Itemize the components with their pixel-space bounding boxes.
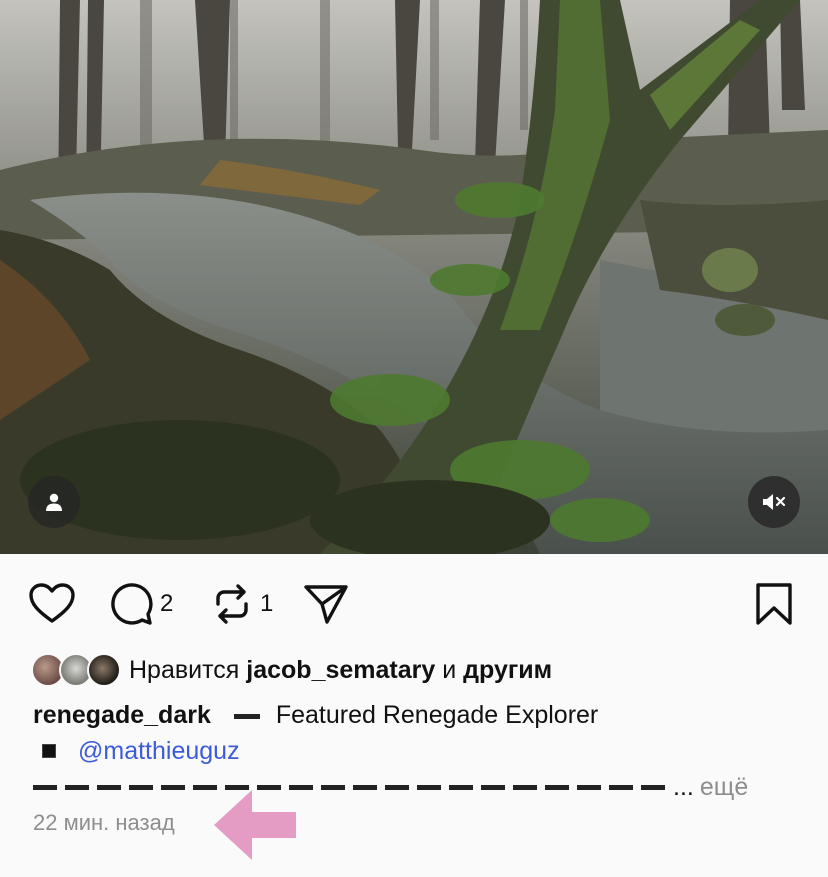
repost-icon	[216, 584, 248, 624]
heart-icon	[29, 583, 75, 623]
comment-count: 2	[160, 590, 174, 617]
caption-line: renegade_dark Featured Renegade Explorer	[33, 697, 813, 733]
speaker-muted-icon	[763, 494, 786, 510]
mute-button[interactable]	[748, 476, 800, 528]
like-button[interactable]	[28, 582, 76, 624]
dash-separator	[233, 713, 260, 719]
likes-prefix: Нравится	[129, 655, 240, 684]
person-icon	[46, 493, 62, 511]
comment-bubble-icon	[111, 583, 153, 625]
user-tag-button[interactable]	[28, 476, 80, 528]
save-button[interactable]	[754, 582, 794, 626]
post-timestamp: 22 мин. назад	[33, 810, 175, 835]
liker-username[interactable]: jacob_sematary	[246, 656, 435, 685]
mention-link[interactable]: @matthieuguz	[78, 733, 240, 769]
likes-summary[interactable]: Нравится jacob_sematary и другим	[31, 653, 552, 687]
comment-button[interactable]: 2	[108, 582, 173, 626]
forest-stream-photo	[0, 0, 828, 554]
repost-count: 1	[260, 590, 274, 617]
liker-avatars	[31, 653, 123, 687]
annotation-arrow-icon	[214, 790, 296, 860]
caption-username[interactable]: renegade_dark	[33, 701, 211, 729]
likes-others-link[interactable]: другим	[463, 656, 552, 685]
likes-conjunction: и	[442, 655, 457, 684]
black-square-emoji	[42, 744, 56, 758]
more-link[interactable]: ещё	[700, 769, 748, 805]
post-caption: renegade_dark Featured Renegade Explorer…	[33, 697, 813, 805]
bookmark-icon	[756, 583, 792, 625]
caption-text: Featured Renegade Explorer	[275, 701, 599, 729]
post-media[interactable]	[0, 0, 828, 554]
avatar	[87, 653, 121, 687]
dash-separator-row	[33, 784, 665, 790]
post-action-bar: 2 1	[0, 556, 828, 651]
caption-ellipsis: ...	[673, 773, 694, 801]
paper-plane-icon	[304, 585, 348, 624]
share-button[interactable]	[302, 582, 350, 626]
caption-line: ... ещё	[33, 769, 813, 805]
caption-line: @matthieuguz	[33, 733, 813, 769]
repost-button[interactable]: 1	[210, 582, 273, 626]
